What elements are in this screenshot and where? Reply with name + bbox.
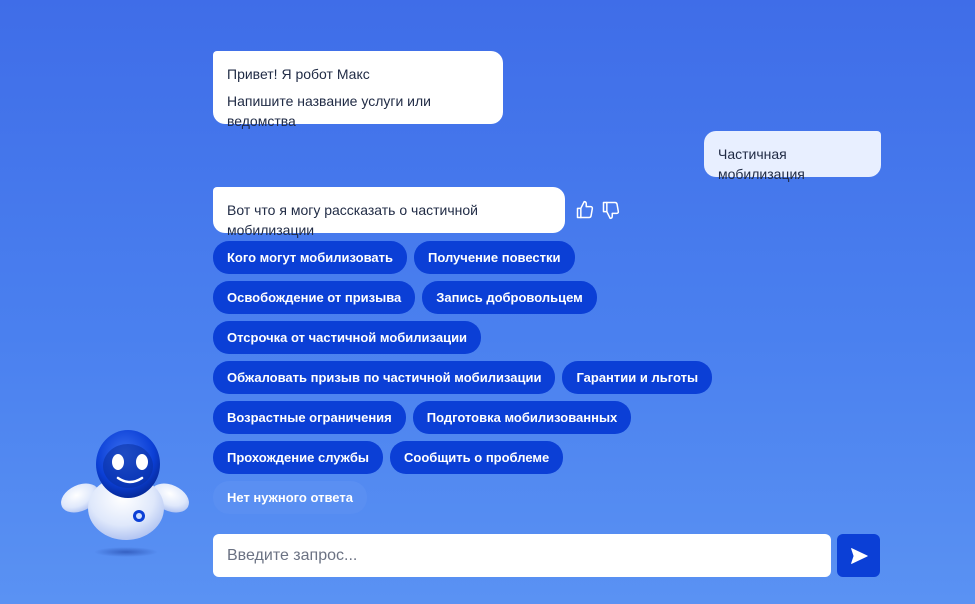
thumbs-up-icon[interactable] xyxy=(575,200,595,220)
suggestion-chips: Кого могут мобилизовать Получение повест… xyxy=(213,241,733,521)
suggestion-row: Прохождение службы Сообщить о проблеме xyxy=(213,441,733,474)
chip-volunteer-signup[interactable]: Запись добровольцем xyxy=(422,281,597,314)
chip-exemption[interactable]: Освобождение от призыва xyxy=(213,281,416,314)
bot-intro-text: Вот что я могу рассказать о частичной мо… xyxy=(227,202,478,238)
user-message-text: Частичная мобилизация xyxy=(718,146,805,182)
send-arrow-icon xyxy=(850,547,868,564)
chip-deferment[interactable]: Отсрочка от частичной мобилизации xyxy=(213,321,482,354)
query-input-wrapper xyxy=(213,534,831,577)
suggestion-row: Освобождение от призыва Запись доброволь… xyxy=(213,281,733,314)
chip-no-answer[interactable]: Нет нужного ответа xyxy=(213,481,367,514)
bot-message-greeting: Привет! Я робот Макс Напишите название у… xyxy=(213,51,503,129)
thumbs-down-icon[interactable] xyxy=(601,200,621,220)
suggestion-row: Отсрочка от частичной мобилизации xyxy=(213,321,733,354)
user-message: Частичная мобилизация xyxy=(704,131,881,182)
suggestion-row: Кого могут мобилизовать Получение повест… xyxy=(213,241,733,274)
suggestion-row: Возрастные ограничения Подготовка мобили… xyxy=(213,401,733,434)
chip-receiving-summons[interactable]: Получение повестки xyxy=(414,241,575,274)
bot-message-intro: Вот что я могу рассказать о частичной мо… xyxy=(213,187,565,238)
chip-age-limits[interactable]: Возрастные ограничения xyxy=(213,401,406,434)
chip-who-can-be-mobilized[interactable]: Кого могут мобилизовать xyxy=(213,241,407,274)
greeting-line-2: Напишите название услуги или ведомства xyxy=(227,93,431,129)
chip-guarantees-benefits[interactable]: Гарантии и льготы xyxy=(562,361,713,394)
chip-service[interactable]: Прохождение службы xyxy=(213,441,384,474)
chip-appeal[interactable]: Обжаловать призыв по частичной мобилизац… xyxy=(213,361,556,394)
send-button[interactable] xyxy=(837,534,880,577)
chip-training[interactable]: Подготовка мобилизованных xyxy=(412,401,632,434)
robot-max-avatar xyxy=(58,428,193,558)
suggestion-row: Обжаловать призыв по частичной мобилизац… xyxy=(213,361,733,394)
suggestion-row: Нет нужного ответа xyxy=(213,481,733,514)
query-input[interactable] xyxy=(213,534,831,577)
greeting-line-1: Привет! Я робот Макс xyxy=(227,66,370,82)
chip-report-problem[interactable]: Сообщить о проблеме xyxy=(390,441,564,474)
